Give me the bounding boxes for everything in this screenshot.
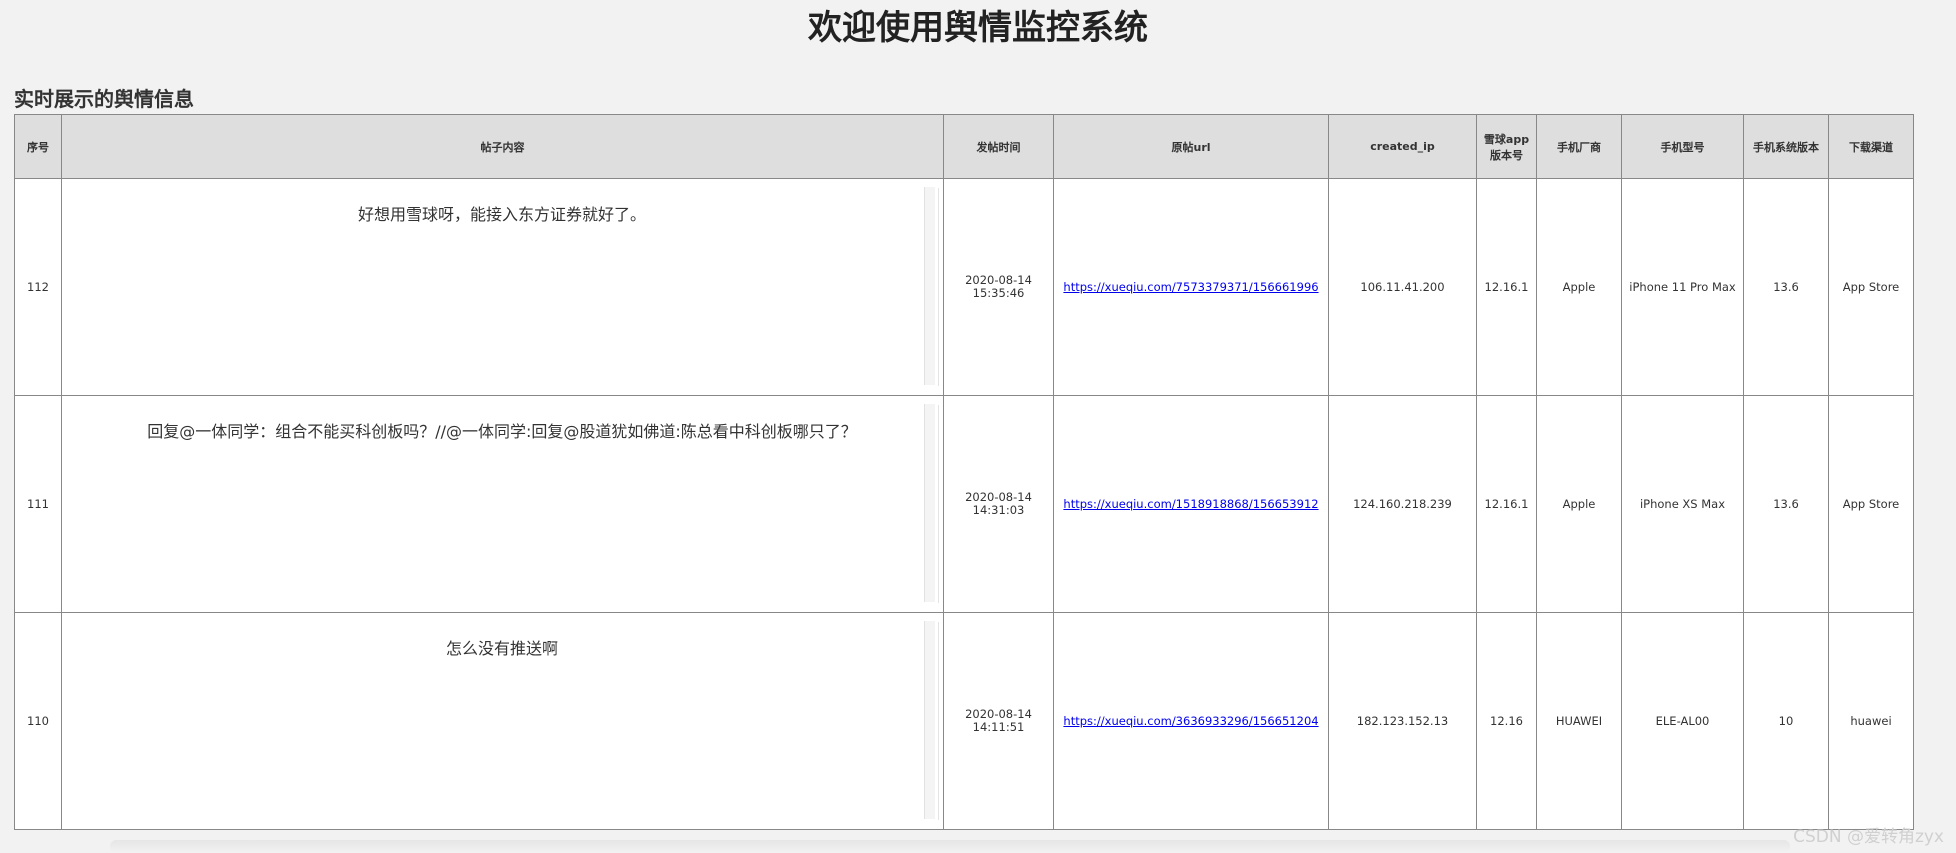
post-content-text[interactable]: 好想用雪球呀，能接入东方证券就好了。: [66, 188, 939, 386]
post-url-link[interactable]: https://xueqiu.com/1518918868/156653912: [1063, 497, 1318, 511]
post-clock-time: 14:31:03: [972, 503, 1025, 517]
phone-model: iPhone XS Max: [1621, 395, 1744, 613]
post-time: 2020-08-14 14:11:51: [943, 612, 1054, 830]
created-ip: 182.123.152.13: [1328, 612, 1477, 830]
os-version: 13.6: [1743, 178, 1829, 396]
post-time: 2020-08-14 14:31:03: [943, 395, 1054, 613]
os-version: 13.6: [1743, 395, 1829, 613]
app-version: 12.16.1: [1476, 395, 1537, 613]
phone-vendor: Apple: [1536, 395, 1622, 613]
post-clock-time: 14:11:51: [972, 720, 1025, 734]
app-version: 12.16: [1476, 612, 1537, 830]
app-version: 12.16.1: [1476, 178, 1537, 396]
section-title: 实时展示的舆情信息: [14, 87, 194, 111]
table-row: 112 好想用雪球呀，能接入东方证券就好了。 2020-08-14 15:35:…: [14, 178, 1914, 396]
table-header-row: 序号 帖子内容 发帖时间 原帖url created_ip 雪球app版本号 手…: [14, 114, 1914, 179]
column-header-vendor: 手机厂商: [1536, 114, 1622, 179]
os-version: 10: [1743, 612, 1829, 830]
download-channel: huawei: [1828, 612, 1914, 830]
phone-vendor: Apple: [1536, 178, 1622, 396]
post-content-text[interactable]: 回复@一体同学：组合不能买科创板吗？//@一体同学:回复@股道犹如佛道:陈总看中…: [66, 405, 939, 603]
content-scrollbar[interactable]: [924, 621, 935, 819]
content-scrollbar[interactable]: [924, 404, 935, 602]
column-header-content: 帖子内容: [61, 114, 944, 179]
horizontal-scrollbar[interactable]: [110, 840, 1790, 853]
table-row: 111 回复@一体同学：组合不能买科创板吗？//@一体同学:回复@股道犹如佛道:…: [14, 395, 1914, 613]
column-header-app-version: 雪球app版本号: [1476, 114, 1537, 179]
created-ip: 106.11.41.200: [1328, 178, 1477, 396]
row-index: 111: [14, 395, 62, 613]
page-title: 欢迎使用舆情监控系统: [808, 8, 1148, 48]
phone-model: iPhone 11 Pro Max: [1621, 178, 1744, 396]
post-url-link[interactable]: https://xueqiu.com/3636933296/156651204: [1063, 714, 1318, 728]
watermark: CSDN @爱转角zyx: [1793, 827, 1944, 847]
post-content-cell: 怎么没有推送啊: [61, 612, 944, 830]
column-header-time: 发帖时间: [943, 114, 1054, 179]
row-index: 110: [14, 612, 62, 830]
column-header-url: 原帖url: [1053, 114, 1329, 179]
column-header-channel: 下载渠道: [1828, 114, 1914, 179]
column-header-os-version: 手机系统版本: [1743, 114, 1829, 179]
post-content-text[interactable]: 怎么没有推送啊: [66, 622, 939, 820]
sentiment-table: 序号 帖子内容 发帖时间 原帖url created_ip 雪球app版本号 手…: [14, 114, 1914, 830]
phone-vendor: HUAWEI: [1536, 612, 1622, 830]
column-header-index: 序号: [14, 114, 62, 179]
post-url-cell: https://xueqiu.com/1518918868/156653912: [1053, 395, 1329, 613]
column-header-model: 手机型号: [1621, 114, 1744, 179]
post-content-cell: 好想用雪球呀，能接入东方证券就好了。: [61, 178, 944, 396]
content-scrollbar[interactable]: [924, 187, 935, 385]
post-url-link[interactable]: https://xueqiu.com/7573379371/156661996: [1063, 280, 1318, 294]
created-ip: 124.160.218.239: [1328, 395, 1477, 613]
column-header-created-ip: created_ip: [1328, 114, 1477, 179]
table-row: 110 怎么没有推送啊 2020-08-14 14:11:51 https://…: [14, 612, 1914, 830]
post-content-cell: 回复@一体同学：组合不能买科创板吗？//@一体同学:回复@股道犹如佛道:陈总看中…: [61, 395, 944, 613]
download-channel: App Store: [1828, 178, 1914, 396]
post-clock-time: 15:35:46: [972, 286, 1025, 300]
phone-model: ELE-AL00: [1621, 612, 1744, 830]
post-url-cell: https://xueqiu.com/3636933296/156651204: [1053, 612, 1329, 830]
post-url-cell: https://xueqiu.com/7573379371/156661996: [1053, 178, 1329, 396]
post-time: 2020-08-14 15:35:46: [943, 178, 1054, 396]
row-index: 112: [14, 178, 62, 396]
download-channel: App Store: [1828, 395, 1914, 613]
